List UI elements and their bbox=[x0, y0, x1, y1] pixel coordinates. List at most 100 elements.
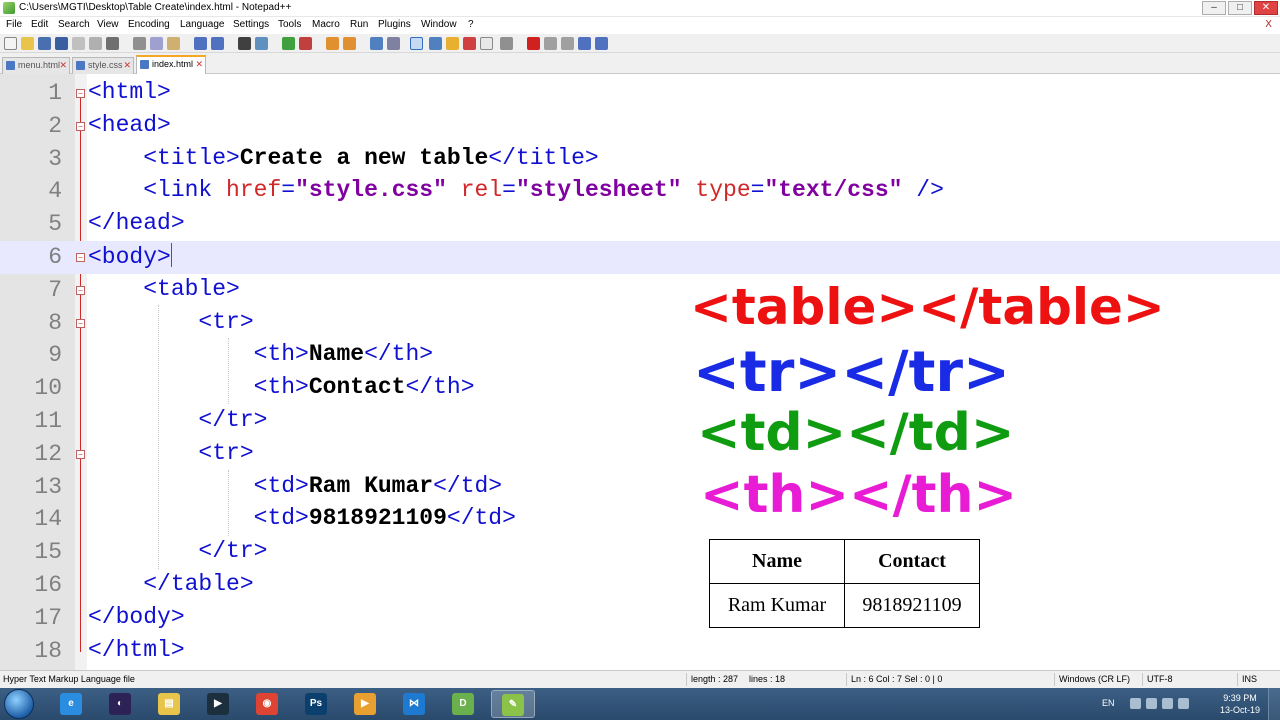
folder-as-workspace-icon[interactable] bbox=[480, 37, 493, 50]
playback-macro-icon[interactable] bbox=[561, 37, 574, 50]
taskbar-app-button[interactable]: ▶ bbox=[197, 690, 241, 718]
eol-format[interactable]: Windows (CR LF) bbox=[1059, 674, 1130, 684]
menu-settings[interactable]: Settings bbox=[233, 19, 269, 30]
code-line[interactable]: 14 <td>9818921109</td> bbox=[0, 503, 1280, 536]
menu-language[interactable]: Language bbox=[180, 19, 225, 30]
maximize-button[interactable]: □ bbox=[1228, 1, 1252, 15]
tab-menu-html[interactable]: menu.html ✕ bbox=[2, 57, 70, 74]
taskbar-app-button[interactable]: ▶ bbox=[344, 690, 388, 718]
find-icon[interactable] bbox=[238, 37, 251, 50]
tab-close-icon[interactable]: ✕ bbox=[123, 58, 131, 73]
tab-style-css[interactable]: style.css ✕ bbox=[72, 57, 134, 74]
run-macro-multiple-icon[interactable] bbox=[578, 37, 591, 50]
code-line[interactable]: 10 <th>Contact</th> bbox=[0, 372, 1280, 405]
save-all-icon[interactable] bbox=[55, 37, 68, 50]
indent-guide-icon[interactable] bbox=[410, 37, 423, 50]
print-icon[interactable] bbox=[106, 37, 119, 50]
tab-close-icon[interactable]: ✕ bbox=[195, 57, 203, 72]
menu-macro[interactable]: Macro bbox=[312, 19, 340, 30]
minimize-button[interactable]: – bbox=[1202, 1, 1226, 15]
record-macro-icon[interactable] bbox=[527, 37, 540, 50]
start-button[interactable] bbox=[4, 689, 34, 719]
copy-icon[interactable] bbox=[150, 37, 163, 50]
menu-window[interactable]: Window bbox=[421, 19, 457, 30]
taskbar-app-button[interactable]: Ps bbox=[295, 690, 339, 718]
flag-icon[interactable] bbox=[1178, 698, 1189, 709]
code-line[interactable]: 3 <title>Create a new table</title> bbox=[0, 143, 1280, 176]
undo-icon[interactable] bbox=[194, 37, 207, 50]
paste-icon[interactable] bbox=[167, 37, 180, 50]
code-line[interactable]: 1 − <html> bbox=[0, 77, 1280, 110]
menu-edit[interactable]: Edit bbox=[31, 19, 48, 30]
fold-toggle-icon[interactable]: − bbox=[76, 449, 85, 459]
close-file-icon[interactable] bbox=[72, 37, 85, 50]
fold-toggle-icon[interactable]: − bbox=[76, 253, 85, 262]
code-line[interactable]: 6 − <body> bbox=[0, 241, 1280, 274]
close-all-icon[interactable] bbox=[89, 37, 102, 50]
taskbar-app-button[interactable]: ◉ bbox=[246, 690, 290, 718]
cut-icon[interactable] bbox=[133, 37, 146, 50]
taskbar-app-button[interactable]: ▤ bbox=[148, 690, 192, 718]
replace-icon[interactable] bbox=[255, 37, 268, 50]
open-file-icon[interactable] bbox=[21, 37, 34, 50]
taskbar-app-button[interactable]: ◐ bbox=[99, 690, 143, 718]
document-map-icon[interactable] bbox=[446, 37, 459, 50]
code-line[interactable]: 11 </tr> bbox=[0, 405, 1280, 438]
menu-encoding[interactable]: Encoding bbox=[128, 19, 170, 30]
redo-icon[interactable] bbox=[211, 37, 224, 50]
show-all-characters-icon[interactable] bbox=[387, 37, 400, 50]
fold-toggle-icon[interactable]: − bbox=[76, 318, 85, 328]
menu-run[interactable]: Run bbox=[350, 19, 368, 30]
code-line[interactable]: 18 </html> bbox=[0, 635, 1280, 668]
zoom-out-icon[interactable] bbox=[299, 37, 312, 50]
menu-view[interactable]: View bbox=[97, 19, 119, 30]
language-indicator[interactable]: EN bbox=[1102, 698, 1115, 708]
sync-vertical-icon[interactable] bbox=[326, 37, 339, 50]
save-macro-icon[interactable] bbox=[595, 37, 608, 50]
menu-help[interactable]: ? bbox=[468, 19, 474, 30]
word-wrap-icon[interactable] bbox=[370, 37, 383, 50]
network-icon[interactable] bbox=[1146, 698, 1157, 709]
insert-mode[interactable]: INS bbox=[1242, 674, 1257, 684]
menu-plugins[interactable]: Plugins bbox=[378, 19, 411, 30]
new-file-icon[interactable] bbox=[4, 37, 17, 50]
menu-search[interactable]: Search bbox=[58, 19, 90, 30]
fold-toggle-icon[interactable]: − bbox=[76, 89, 85, 98]
code-line[interactable]: 9 <th>Name</th> bbox=[0, 339, 1280, 372]
fold-toggle-icon[interactable]: − bbox=[76, 121, 85, 131]
taskbar-app-button[interactable]: D bbox=[442, 690, 486, 718]
code-editor[interactable]: 1− <html> 2− <head> 3 <title>Create a new ta… bbox=[0, 74, 1280, 670]
tab-close-icon[interactable]: ✕ bbox=[59, 58, 67, 73]
language-udl-icon[interactable] bbox=[429, 37, 442, 50]
code-line[interactable]: 5 </head> bbox=[0, 208, 1280, 241]
code-line[interactable]: 13 <td>Ram Kumar</td> bbox=[0, 471, 1280, 504]
code-line[interactable]: 2 − <head> bbox=[0, 110, 1280, 143]
taskbar-app-button[interactable]: ⋈ bbox=[393, 690, 437, 718]
sync-horizontal-icon[interactable] bbox=[343, 37, 356, 50]
save-icon[interactable] bbox=[38, 37, 51, 50]
zoom-in-icon[interactable] bbox=[282, 37, 295, 50]
code-line[interactable]: 17 </body> bbox=[0, 602, 1280, 635]
menu-file[interactable]: File bbox=[6, 19, 22, 30]
close-button[interactable]: ✕ bbox=[1254, 1, 1278, 15]
encoding-label[interactable]: UTF-8 bbox=[1147, 674, 1173, 684]
menu-tools[interactable]: Tools bbox=[278, 19, 301, 30]
title-bar: C:\Users\MGTI\Desktop\Table Create\index… bbox=[0, 0, 1280, 17]
monitoring-icon[interactable] bbox=[500, 37, 513, 50]
header-contact: Contact bbox=[844, 539, 980, 584]
volume-icon[interactable] bbox=[1162, 698, 1173, 709]
code-line[interactable]: 16 </table> bbox=[0, 569, 1280, 602]
stop-recording-icon[interactable] bbox=[544, 37, 557, 50]
show-desktop-button[interactable] bbox=[1268, 688, 1280, 720]
tray-arrow-icon[interactable] bbox=[1130, 698, 1141, 709]
code-line[interactable]: 15 </tr> bbox=[0, 536, 1280, 569]
fold-toggle-icon[interactable]: − bbox=[76, 285, 85, 295]
code-line[interactable]: 4 <link href="style.css" rel="stylesheet… bbox=[0, 175, 1280, 208]
tab-index-html[interactable]: index.html ✕ bbox=[136, 55, 206, 74]
function-list-icon[interactable] bbox=[463, 37, 476, 50]
clock[interactable]: 9:39 PM 13-Oct-19 bbox=[1220, 692, 1260, 716]
taskbar-app-button[interactable]: ✎ bbox=[491, 690, 535, 718]
taskbar-app-button[interactable]: e bbox=[50, 690, 94, 718]
close-document-button[interactable]: X bbox=[1265, 19, 1272, 30]
code-line[interactable]: 12 − <tr> bbox=[0, 438, 1280, 471]
